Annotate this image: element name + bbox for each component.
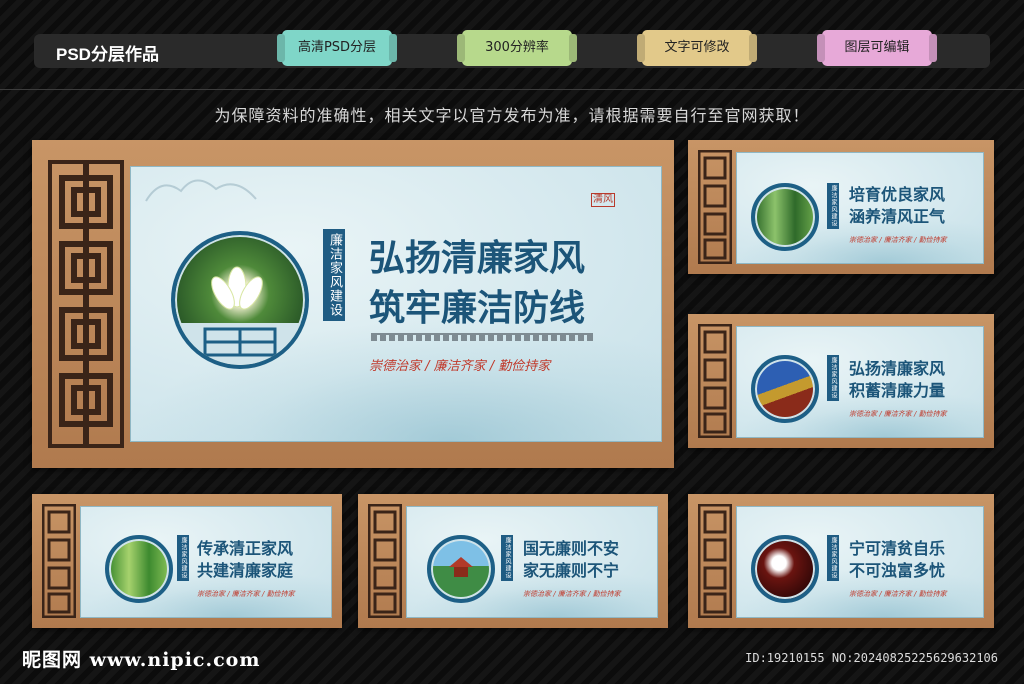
slogan: 崇德治家 / 廉洁齐家 / 勤俭持家 <box>849 410 947 418</box>
roof-photo <box>751 355 819 423</box>
small-board-5: 廉洁家风建设 宁可清贫自乐 不可浊富多忧 崇德治家 / 廉洁齐家 / 勤俭持家 <box>688 494 994 628</box>
small-panel-5: 廉洁家风建设 宁可清贫自乐 不可浊富多忧 崇德治家 / 廉洁齐家 / 勤俭持家 <box>736 506 984 618</box>
slogan: 崇德治家 / 廉洁齐家 / 勤俭持家 <box>197 590 295 598</box>
greatwall-ornament <box>371 333 593 341</box>
pavilion-photo <box>427 535 495 603</box>
title-line2: 不可浊富多忧 <box>849 561 946 580</box>
title-line1: 弘扬清廉家风 <box>849 359 946 378</box>
small-board-3: 廉洁家风建设 传承清正家风 共建清廉家庭 崇德治家 / 廉洁齐家 / 勤俭持家 <box>32 494 342 628</box>
title-line1: 培育优良家风 <box>849 185 946 204</box>
tag-resolution: 300分辨率 <box>462 30 572 66</box>
lattice-left <box>698 504 732 618</box>
watermark-id: ID:19210155 NO:20240825225629632106 <box>745 651 998 665</box>
flower-photo <box>751 535 819 603</box>
lattice-left <box>368 504 402 618</box>
lotus-photo <box>171 231 309 369</box>
lattice-left <box>48 160 124 448</box>
small-panel-2: 廉洁家风建设 弘扬清廉家风 积蓄清廉力量 崇德治家 / 廉洁齐家 / 勤俭持家 <box>736 326 984 438</box>
vertical-label: 廉洁家风建设 <box>827 535 839 581</box>
vertical-label: 廉洁家风建设 <box>177 535 189 581</box>
vertical-label: 廉洁家风建设 <box>827 183 839 229</box>
lattice-left <box>698 324 732 438</box>
small-panel-3: 廉洁家风建设 传承清正家风 共建清廉家庭 崇德治家 / 廉洁齐家 / 勤俭持家 <box>80 506 332 618</box>
watermark-site: 昵图网 www.nipic.com <box>22 649 261 671</box>
slogan: 崇德治家 / 廉洁齐家 / 勤俭持家 <box>523 590 621 598</box>
notice-text: 为保障资料的准确性，相关文字以官方发布为准，请根据需要自行至官网获取！ <box>214 106 810 125</box>
small-panel-1: 廉洁家风建设 培育优良家风 涵养清风正气 崇德治家 / 廉洁齐家 / 勤俭持家 <box>736 152 984 264</box>
vertical-label: 廉洁家风建设 <box>323 229 345 321</box>
title-line2: 涵养清风正气 <box>849 207 946 226</box>
title-line1: 宁可清贫自乐 <box>849 539 946 558</box>
title-line1: 国无廉则不安 <box>523 539 620 558</box>
brand-label: PSD分层作品 <box>56 45 159 64</box>
title-line2: 共建清廉家庭 <box>197 561 294 580</box>
slogan: 崇德治家 / 廉洁齐家 / 勤俭持家 <box>849 236 947 244</box>
cloud-ornament <box>145 179 257 202</box>
tag-hd-psd: 高清PSD分层 <box>282 30 392 66</box>
title-line1: 传承清正家风 <box>197 539 294 558</box>
title-line2: 家无廉则不宁 <box>523 561 620 580</box>
lattice-left <box>42 504 76 618</box>
bamboo-photo <box>751 183 819 251</box>
small-board-4: 廉洁家风建设 国无廉则不安 家无廉则不宁 崇德治家 / 廉洁齐家 / 勤俭持家 <box>358 494 668 628</box>
main-slogan: 崇德治家 / 廉洁齐家 / 勤俭持家 <box>369 359 551 374</box>
main-panel: 廉洁家风建设 清风 弘扬清廉家风 筑牢廉洁防线 崇德治家 / 廉洁齐家 / 勤俭… <box>130 166 662 442</box>
bamboo-green-photo <box>105 535 173 603</box>
small-panel-4: 廉洁家风建设 国无廉则不安 家无廉则不宁 崇德治家 / 廉洁齐家 / 勤俭持家 <box>406 506 658 618</box>
seal-stamp: 清风 <box>591 193 615 207</box>
vertical-label: 廉洁家风建设 <box>501 535 513 581</box>
main-board: 廉洁家风建设 清风 弘扬清廉家风 筑牢廉洁防线 崇德治家 / 廉洁齐家 / 勤俭… <box>32 140 674 468</box>
small-board-2: 廉洁家风建设 弘扬清廉家风 积蓄清廉力量 崇德治家 / 廉洁齐家 / 勤俭持家 <box>688 314 994 448</box>
vertical-label: 廉洁家风建设 <box>827 355 839 401</box>
divider <box>0 89 1024 90</box>
main-title-line2: 筑牢廉洁防线 <box>369 287 586 329</box>
tag-text-editable: 文字可修改 <box>642 30 752 66</box>
slogan: 崇德治家 / 廉洁齐家 / 勤俭持家 <box>849 590 947 598</box>
main-title-line1: 弘扬清廉家风 <box>369 237 586 279</box>
small-board-1: 廉洁家风建设 培育优良家风 涵养清风正气 崇德治家 / 廉洁齐家 / 勤俭持家 <box>688 140 994 274</box>
tag-layers-editable: 图层可编辑 <box>822 30 932 66</box>
top-bar: PSD分层作品 高清PSD分层 300分辨率 文字可修改 图层可编辑 <box>34 30 990 68</box>
title-line2: 积蓄清廉力量 <box>849 381 946 400</box>
lattice-left <box>698 150 732 264</box>
